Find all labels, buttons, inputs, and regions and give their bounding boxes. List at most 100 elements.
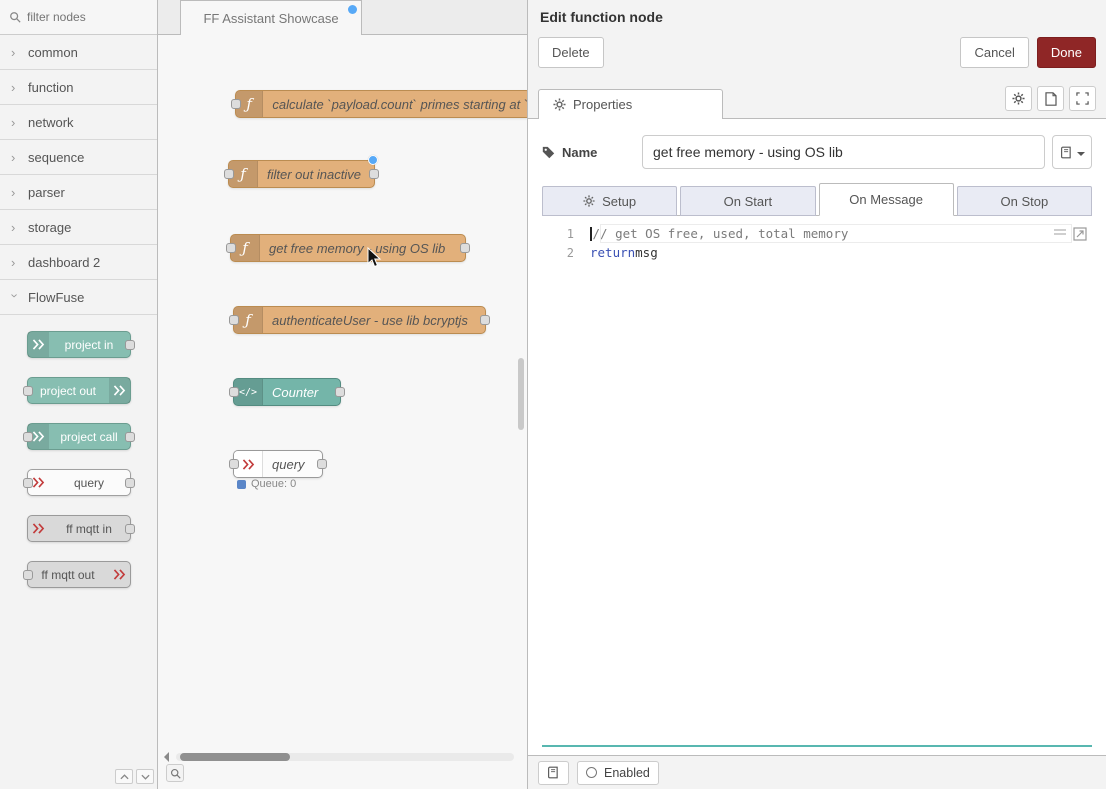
palette-category-network[interactable]: › network	[0, 105, 157, 140]
node-docs-button[interactable]	[1037, 86, 1064, 111]
input-port[interactable]	[224, 169, 234, 179]
collapse-all-button[interactable]	[115, 769, 133, 784]
tab-properties[interactable]: Properties	[538, 89, 723, 119]
label-options-button[interactable]	[1052, 135, 1092, 169]
palette-node-ff-mqtt-in[interactable]: ff mqtt in	[27, 515, 131, 542]
name-input[interactable]	[642, 135, 1045, 169]
palette-footer	[115, 769, 154, 784]
minimap	[1054, 229, 1066, 235]
document-icon	[1045, 92, 1057, 106]
category-label: function	[28, 80, 74, 95]
palette-category-flowfuse[interactable]: › FlowFuse	[0, 280, 157, 315]
node-changed-dot	[368, 155, 378, 165]
input-port	[23, 386, 33, 396]
node-label: query	[263, 457, 315, 472]
output-port[interactable]	[369, 169, 379, 179]
expand-all-button[interactable]	[136, 769, 154, 784]
tray-footer: Enabled	[528, 755, 1106, 789]
expand-icon	[1076, 92, 1089, 105]
expand-editor-button[interactable]	[1073, 227, 1087, 241]
palette-category-sequence[interactable]: › sequence	[0, 140, 157, 175]
expand-arrow-icon	[1073, 227, 1087, 241]
vertical-scrollbar-thumb[interactable]	[518, 358, 524, 430]
chevron-right-icon: ›	[11, 81, 19, 94]
tab-label: On Message	[849, 192, 923, 207]
flow-node-calculate-primes[interactable]: ƒ calculate `payload.count` primes start…	[235, 90, 527, 118]
category-label: dashboard 2	[28, 255, 100, 270]
docs-toggle-button[interactable]	[538, 761, 569, 785]
name-label-text: Name	[562, 145, 597, 160]
book-icon	[547, 766, 560, 779]
enabled-toggle-button[interactable]: Enabled	[577, 761, 659, 785]
flow-node-query[interactable]: query	[233, 450, 323, 478]
node-label: filter out inactive	[258, 167, 371, 182]
delete-button[interactable]: Delete	[538, 37, 604, 68]
function-editor-tabs: Setup On Start On Message On Stop	[542, 183, 1092, 216]
palette-category-storage[interactable]: › storage	[0, 210, 157, 245]
chevron-down-icon	[141, 774, 150, 780]
input-port[interactable]	[229, 315, 239, 325]
output-port	[125, 432, 135, 442]
tab-on-start[interactable]: On Start	[680, 186, 815, 216]
horizontal-scrollbar-thumb[interactable]	[180, 753, 290, 761]
node-status-label: Queue: 0	[251, 478, 296, 490]
workspace-tab-label: FF Assistant Showcase	[203, 11, 338, 26]
workspace-tab[interactable]: FF Assistant Showcase	[180, 0, 362, 35]
palette-category-common[interactable]: › common	[0, 35, 157, 70]
node-label: get free memory - using OS lib	[260, 241, 455, 256]
input-port[interactable]	[226, 243, 236, 253]
properties-tab-row: Properties	[528, 78, 1106, 119]
expand-tray-button[interactable]	[1069, 86, 1096, 111]
tab-on-stop[interactable]: On Stop	[957, 186, 1092, 216]
tray-body: Name Setup On Start On Message On Stop	[528, 119, 1106, 755]
code-editor[interactable]: 1 // get OS free, used, total memory 2 r…	[542, 224, 1092, 747]
done-button[interactable]: Done	[1037, 37, 1096, 68]
output-port[interactable]	[335, 387, 345, 397]
palette-node-project-in[interactable]: project in	[27, 331, 131, 358]
tab-on-message[interactable]: On Message	[819, 183, 954, 216]
palette-node-label: project in	[49, 338, 130, 352]
palette-filter-input[interactable]	[27, 10, 137, 24]
palette-flowfuse-nodes: project in project out project call quer…	[0, 315, 157, 588]
gear-icon	[583, 195, 595, 207]
flow-node-get-free-memory[interactable]: ƒ get free memory - using OS lib	[230, 234, 466, 262]
name-field-label: Name	[542, 145, 642, 160]
enabled-label: Enabled	[604, 766, 650, 780]
tab-setup[interactable]: Setup	[542, 186, 677, 216]
zoom-search-button[interactable]	[166, 764, 184, 782]
flowfuse-icon	[109, 378, 130, 403]
palette-node-ff-mqtt-out[interactable]: ff mqtt out	[27, 561, 131, 588]
input-port	[23, 570, 33, 580]
category-label: FlowFuse	[28, 290, 84, 305]
palette-search[interactable]	[0, 0, 157, 35]
category-label: sequence	[28, 150, 84, 165]
node-settings-button[interactable]	[1005, 86, 1032, 111]
palette-category-function[interactable]: › function	[0, 70, 157, 105]
palette-node-project-call[interactable]: project call	[27, 423, 131, 450]
palette-category-dashboard2[interactable]: › dashboard 2	[0, 245, 157, 280]
input-port[interactable]	[231, 99, 241, 109]
edit-tray: Edit function node Delete Cancel Done Pr…	[527, 0, 1106, 789]
input-port[interactable]	[229, 459, 239, 469]
palette-node-project-out[interactable]: project out	[27, 377, 131, 404]
editor-line[interactable]: 1 // get OS free, used, total memory	[542, 224, 1092, 243]
output-port[interactable]	[460, 243, 470, 253]
flow-node-filter-out-inactive[interactable]: ƒ filter out inactive	[228, 160, 375, 188]
input-port	[23, 478, 33, 488]
input-port[interactable]	[229, 387, 239, 397]
mqtt-icon	[28, 516, 49, 541]
flow-canvas[interactable]: FF Assistant Showcase ƒ calculate `paylo…	[158, 0, 527, 789]
gear-icon	[553, 98, 566, 111]
cancel-button[interactable]: Cancel	[960, 37, 1028, 68]
node-label: authenticateUser - use lib bcryptjs	[263, 313, 478, 328]
flow-node-counter[interactable]: </> Counter	[233, 378, 341, 406]
output-port	[125, 340, 135, 350]
palette-node-label: ff mqtt in	[49, 522, 130, 536]
editor-line[interactable]: 2 return msg	[542, 243, 1092, 262]
scroll-left-arrow[interactable]	[164, 752, 169, 762]
palette-category-parser[interactable]: › parser	[0, 175, 157, 210]
flow-node-authenticate-user[interactable]: ƒ authenticateUser - use lib bcryptjs	[233, 306, 486, 334]
output-port[interactable]	[317, 459, 327, 469]
output-port[interactable]	[480, 315, 490, 325]
palette-node-query[interactable]: query	[27, 469, 131, 496]
